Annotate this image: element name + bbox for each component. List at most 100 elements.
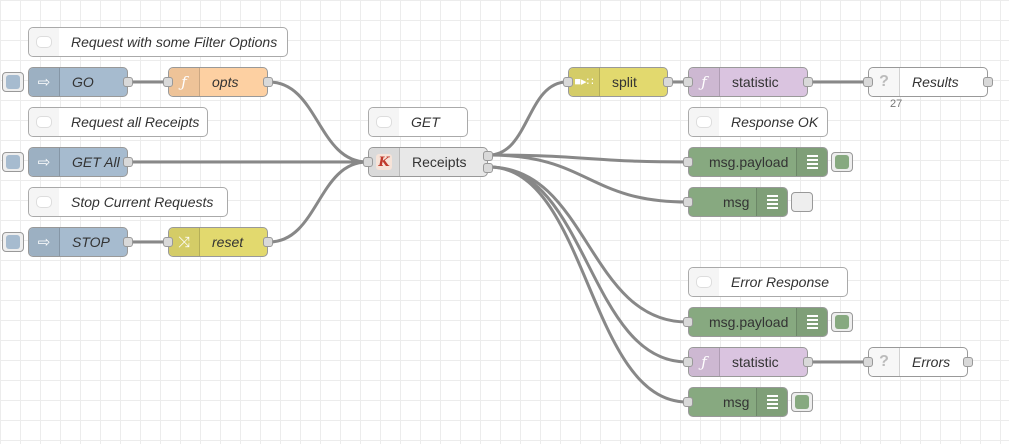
node-label: GO bbox=[72, 74, 94, 90]
shuffle-icon: ⤨ bbox=[169, 228, 200, 256]
statistic-node-ok[interactable]: ƒ statistic bbox=[683, 67, 813, 97]
wire-http_receipts-to-debug_msg_err[interactable] bbox=[488, 165, 688, 404]
input-port[interactable] bbox=[863, 77, 873, 87]
debug-toggle-button[interactable] bbox=[831, 312, 853, 332]
node-label: opts bbox=[212, 74, 239, 90]
output-port[interactable] bbox=[983, 77, 993, 87]
node-label: statistic bbox=[732, 74, 779, 90]
input-port[interactable] bbox=[683, 397, 693, 407]
function-icon: ƒ bbox=[689, 348, 720, 376]
node-label: GET All bbox=[72, 154, 120, 170]
debug-node-payload-error[interactable]: msg.payload bbox=[683, 307, 853, 337]
output-port[interactable] bbox=[803, 77, 813, 87]
node-label: STOP bbox=[72, 234, 110, 250]
function-icon: ƒ bbox=[169, 68, 200, 96]
split-node[interactable]: ■▸∷ split bbox=[563, 67, 673, 97]
input-port[interactable] bbox=[863, 357, 873, 367]
node-label: msg.payload bbox=[709, 314, 789, 330]
change-node-reset[interactable]: ⤨ reset bbox=[163, 227, 273, 257]
wire-change_reset-to-http_receipts[interactable] bbox=[268, 160, 368, 244]
debug-toggle-button[interactable] bbox=[831, 152, 853, 172]
output-node-errors[interactable]: ? Errors bbox=[863, 347, 973, 377]
list-icon bbox=[796, 148, 827, 176]
comment-icon bbox=[29, 188, 59, 216]
node-label: msg.payload bbox=[709, 154, 789, 170]
node-label: Errors bbox=[912, 354, 951, 370]
debug-node-msg-error[interactable]: msg bbox=[683, 387, 813, 417]
input-port[interactable] bbox=[683, 157, 693, 167]
input-port[interactable] bbox=[563, 77, 573, 87]
comment-node-filter-options[interactable]: Request with some Filter Options bbox=[28, 27, 288, 57]
output-port[interactable] bbox=[263, 77, 273, 87]
statistic-node-error[interactable]: ƒ statistic bbox=[683, 347, 813, 377]
output-port[interactable] bbox=[263, 237, 273, 247]
input-port[interactable] bbox=[163, 77, 173, 87]
function-icon: ƒ bbox=[689, 68, 720, 96]
wire-http_receipts-to-split[interactable] bbox=[488, 80, 568, 157]
comment-icon bbox=[369, 108, 399, 136]
node-label: reset bbox=[212, 234, 244, 250]
comment-icon bbox=[29, 28, 59, 56]
list-icon bbox=[796, 308, 827, 336]
output-port-success[interactable] bbox=[483, 151, 493, 161]
inject-node-stop[interactable]: ⇨ STOP bbox=[2, 227, 133, 257]
node-label: Request all Receipts bbox=[71, 114, 200, 130]
wire-http_receipts-to-debug_payload_err[interactable] bbox=[488, 165, 688, 324]
wire-fn_opts-to-http_receipts[interactable] bbox=[268, 80, 368, 164]
function-node-opts[interactable]: ƒ opts bbox=[163, 67, 273, 97]
list-icon bbox=[756, 388, 787, 416]
output-port[interactable] bbox=[123, 157, 133, 167]
input-port[interactable] bbox=[683, 77, 693, 87]
inject-node-get-all[interactable]: ⇨ GET All bbox=[2, 147, 133, 177]
comment-node-response-ok[interactable]: Response OK bbox=[688, 107, 828, 137]
wire-http_receipts-to-stat_err[interactable] bbox=[488, 165, 688, 364]
node-label: Request with some Filter Options bbox=[71, 34, 278, 50]
comment-icon bbox=[689, 108, 719, 136]
node-status-count: 27 bbox=[890, 98, 903, 110]
list-icon bbox=[756, 188, 787, 216]
arrow-right-icon: ⇨ bbox=[29, 68, 60, 96]
node-label: Results bbox=[912, 74, 959, 90]
debug-toggle-button[interactable] bbox=[791, 392, 813, 412]
question-icon: ? bbox=[869, 348, 900, 376]
node-label: statistic bbox=[732, 354, 779, 370]
node-label: msg bbox=[723, 394, 750, 410]
node-label: Receipts bbox=[412, 154, 467, 170]
comment-node-stop-requests[interactable]: Stop Current Requests bbox=[28, 187, 228, 217]
inject-trigger-button[interactable] bbox=[2, 72, 24, 92]
split-icon: ■▸∷ bbox=[569, 68, 600, 96]
input-port[interactable] bbox=[683, 317, 693, 327]
output-node-results[interactable]: ? Results bbox=[863, 67, 993, 97]
arrow-right-icon: ⇨ bbox=[29, 228, 60, 256]
comment-node-get[interactable]: GET bbox=[368, 107, 468, 137]
node-label: Response OK bbox=[731, 114, 819, 130]
node-label: msg bbox=[723, 194, 750, 210]
debug-node-payload-ok[interactable]: msg.payload bbox=[683, 147, 853, 177]
inject-trigger-button[interactable] bbox=[2, 152, 24, 172]
input-port[interactable] bbox=[683, 357, 693, 367]
arrow-right-icon: ⇨ bbox=[29, 148, 60, 176]
http-request-node-receipts[interactable]: K Receipts bbox=[363, 147, 493, 177]
output-port[interactable] bbox=[123, 237, 133, 247]
k-logo-icon: K bbox=[369, 148, 400, 176]
node-label: GET bbox=[411, 114, 440, 130]
debug-node-msg-ok[interactable]: msg bbox=[683, 187, 813, 217]
comment-icon bbox=[29, 108, 59, 136]
output-port[interactable] bbox=[663, 77, 673, 87]
comment-icon bbox=[689, 268, 719, 296]
node-label: Stop Current Requests bbox=[71, 194, 214, 210]
output-port[interactable] bbox=[803, 357, 813, 367]
node-label: split bbox=[612, 74, 637, 90]
input-port[interactable] bbox=[163, 237, 173, 247]
inject-trigger-button[interactable] bbox=[2, 232, 24, 252]
output-port[interactable] bbox=[963, 357, 973, 367]
inject-node-go[interactable]: ⇨ GO bbox=[2, 67, 133, 97]
debug-toggle-button[interactable] bbox=[791, 192, 813, 212]
input-port[interactable] bbox=[363, 157, 373, 167]
output-port-error[interactable] bbox=[483, 163, 493, 173]
input-port[interactable] bbox=[683, 197, 693, 207]
comment-node-error-response[interactable]: Error Response bbox=[688, 267, 848, 297]
wire-layer bbox=[128, 80, 867, 404]
comment-node-request-all[interactable]: Request all Receipts bbox=[28, 107, 208, 137]
output-port[interactable] bbox=[123, 77, 133, 87]
